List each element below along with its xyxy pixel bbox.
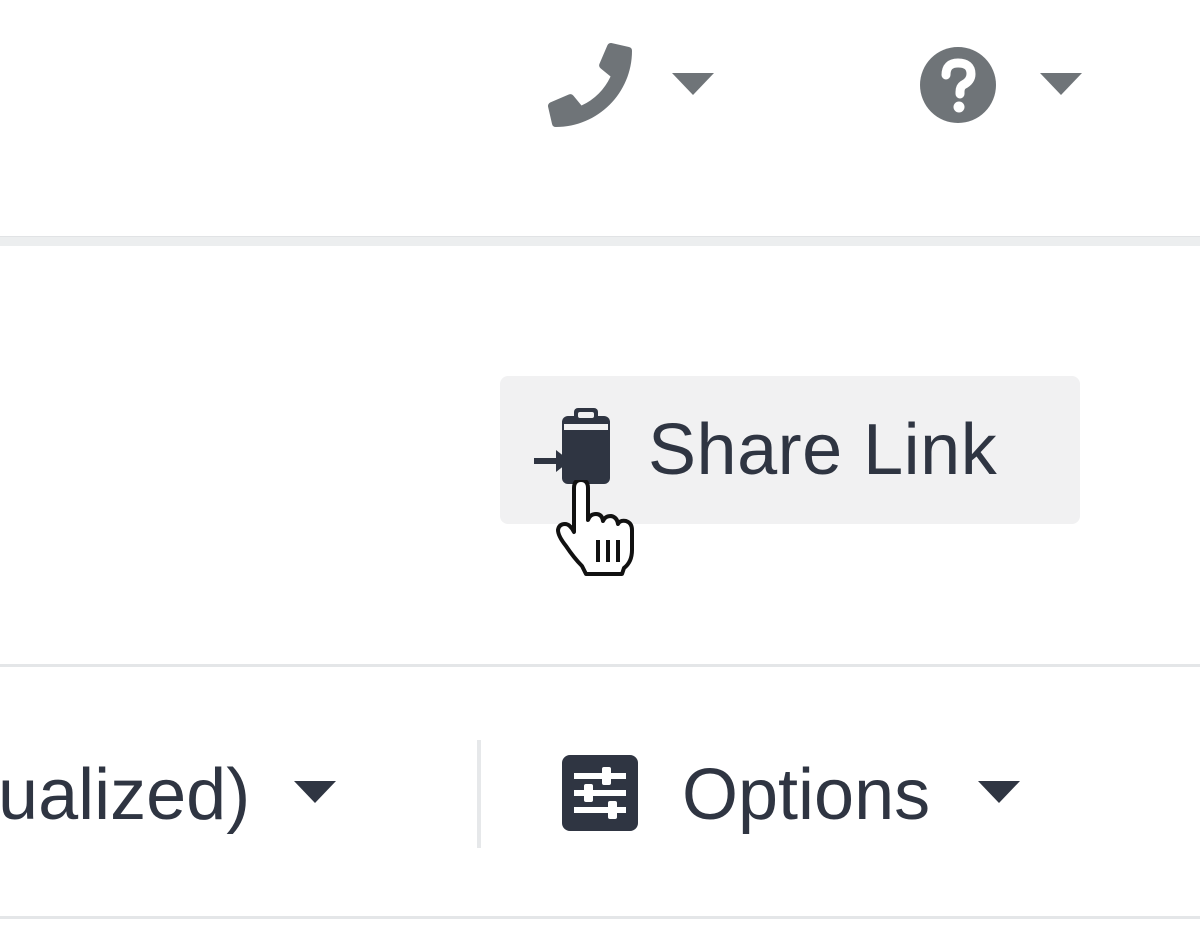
view-mode-label: nualized) — [0, 755, 251, 835]
section-divider — [0, 664, 1200, 667]
toolbar-bottom-divider — [0, 916, 1200, 919]
chevron-down-icon — [294, 780, 337, 810]
share-link-label: Share Link — [648, 410, 998, 490]
clipboard-paste-icon — [534, 407, 614, 493]
page: Share Link nualized) Options — [0, 0, 1200, 938]
chevron-down-icon — [1040, 73, 1082, 97]
share-link-button[interactable]: Share Link — [500, 376, 1080, 524]
view-mode-dropdown[interactable]: nualized) — [0, 740, 337, 850]
options-label: Options — [682, 755, 931, 835]
chevron-down-icon — [978, 780, 1021, 810]
toolbar-separator — [477, 740, 481, 848]
phone-menu-button[interactable] — [548, 40, 714, 130]
sliders-icon — [562, 754, 638, 836]
help-menu-button[interactable] — [916, 40, 1082, 130]
top-header — [0, 0, 1200, 236]
chevron-down-icon — [672, 73, 714, 97]
phone-icon — [548, 43, 632, 127]
header-divider — [0, 236, 1200, 246]
question-circle-icon — [916, 43, 1000, 127]
options-dropdown[interactable]: Options — [562, 740, 1021, 850]
